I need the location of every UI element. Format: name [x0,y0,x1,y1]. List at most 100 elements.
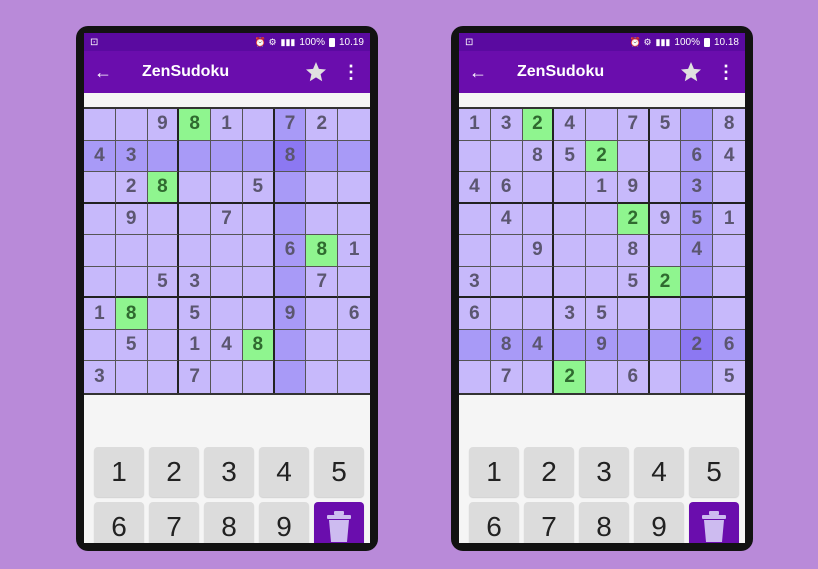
sudoku-cell[interactable] [147,140,180,173]
sudoku-cell[interactable] [306,203,339,236]
sudoku-cell[interactable] [554,203,587,236]
sudoku-cell[interactable]: 5 [147,266,180,299]
sudoku-cell[interactable] [586,203,618,236]
sudoku-cell[interactable] [338,140,370,173]
sudoku-cell[interactable] [617,140,650,173]
sudoku-cell[interactable] [586,361,618,393]
sudoku-cell[interactable] [338,109,370,141]
sudoku-cell[interactable]: 7 [211,203,243,236]
sudoku-cell[interactable] [179,203,212,236]
sudoku-cell[interactable]: 8 [306,235,339,267]
sudoku-cell[interactable]: 3 [681,172,714,204]
sudoku-cell[interactable] [84,235,116,267]
sudoku-cell[interactable]: 7 [491,361,523,393]
sudoku-cell[interactable] [274,203,307,236]
number-key-1[interactable]: 1 [94,447,144,497]
sudoku-cell[interactable]: 3 [490,109,523,141]
sudoku-cell[interactable] [274,329,307,362]
sudoku-cell[interactable]: 5 [617,266,650,299]
delete-button[interactable] [314,502,364,543]
sudoku-cell[interactable] [586,109,618,141]
sudoku-cell[interactable] [681,109,714,141]
sudoku-cell[interactable]: 2 [115,172,148,204]
sudoku-cell[interactable] [338,361,370,393]
sudoku-cell[interactable]: 7 [617,109,650,141]
sudoku-cell[interactable] [274,172,307,204]
sudoku-cell[interactable] [681,298,714,330]
sudoku-cell[interactable] [179,235,212,267]
sudoku-cell[interactable] [713,235,745,267]
sudoku-cell[interactable] [147,329,180,362]
sudoku-cell[interactable] [338,172,370,204]
sudoku-cell[interactable]: 3 [459,266,491,299]
sudoku-cell[interactable] [459,361,491,393]
sudoku-cell[interactable] [84,109,116,141]
sudoku-cell[interactable]: 9 [147,109,180,141]
sudoku-cell[interactable] [147,203,180,236]
sudoku-cell[interactable] [147,235,180,267]
sudoku-cell[interactable]: 8 [713,109,745,141]
sudoku-cell[interactable]: 4 [681,235,714,267]
sudoku-cell[interactable] [649,172,682,204]
sudoku-cell[interactable]: 8 [242,329,275,362]
sudoku-cell[interactable] [306,172,339,204]
sudoku-cell[interactable] [713,298,745,330]
sudoku-cell[interactable] [681,266,714,299]
number-key-8[interactable]: 8 [579,502,629,543]
number-key-6[interactable]: 6 [94,502,144,543]
sudoku-cell[interactable] [459,203,491,236]
sudoku-cell[interactable] [115,266,148,299]
sudoku-cell[interactable]: 6 [459,298,491,330]
sudoku-cell[interactable]: 6 [713,329,745,362]
sudoku-cell[interactable]: 2 [586,140,618,173]
sudoku-cell[interactable] [242,235,275,267]
sudoku-cell[interactable]: 9 [115,203,148,236]
sudoku-cell[interactable] [211,298,243,330]
sudoku-cell[interactable] [242,140,275,173]
sudoku-cell[interactable] [681,361,714,393]
sudoku-cell[interactable] [617,298,650,330]
sudoku-cell[interactable]: 1 [338,235,370,267]
sudoku-cell[interactable]: 1 [179,329,212,362]
sudoku-cell[interactable] [148,361,180,393]
number-key-3[interactable]: 3 [204,447,254,497]
number-key-3[interactable]: 3 [579,447,629,497]
sudoku-cell[interactable] [274,361,307,393]
sudoku-cell[interactable]: 5 [681,203,714,236]
sudoku-cell[interactable] [554,329,587,362]
sudoku-cell[interactable] [179,140,212,173]
sudoku-cell[interactable] [522,298,555,330]
sudoku-cell[interactable] [650,361,682,393]
sudoku-cell[interactable] [338,330,370,362]
sudoku-cell[interactable] [115,235,148,267]
sudoku-cell[interactable] [338,267,370,299]
sudoku-cell[interactable] [586,266,618,299]
sudoku-cell[interactable]: 2 [681,329,714,362]
sudoku-cell[interactable]: 9 [649,203,682,236]
sudoku-cell[interactable]: 5 [586,298,618,330]
number-key-9[interactable]: 9 [634,502,684,543]
sudoku-cell[interactable]: 4 [211,329,243,362]
sudoku-cell[interactable] [179,172,212,204]
sudoku-cell[interactable]: 3 [179,266,212,299]
number-key-7[interactable]: 7 [524,502,574,543]
sudoku-cell[interactable] [490,140,523,173]
sudoku-cell[interactable]: 8 [617,235,650,267]
sudoku-cell[interactable] [649,235,682,267]
sudoku-cell[interactable]: 4 [554,109,587,141]
sudoku-cell[interactable] [242,266,275,299]
sudoku-cell[interactable] [274,266,307,299]
sudoku-cell[interactable]: 2 [522,109,555,141]
number-key-8[interactable]: 8 [204,502,254,543]
sudoku-cell[interactable] [459,140,491,173]
sudoku-cell[interactable]: 9 [522,235,555,267]
sudoku-cell[interactable] [490,298,523,330]
number-key-4[interactable]: 4 [634,447,684,497]
sudoku-cell[interactable] [554,172,587,204]
sudoku-cell[interactable]: 2 [306,109,339,141]
sudoku-cell[interactable]: 3 [554,298,587,330]
sudoku-cell[interactable]: 5 [649,109,682,141]
sudoku-cell[interactable]: 1 [211,109,243,141]
sudoku-cell[interactable] [243,361,275,393]
sudoku-cell[interactable] [490,266,523,299]
